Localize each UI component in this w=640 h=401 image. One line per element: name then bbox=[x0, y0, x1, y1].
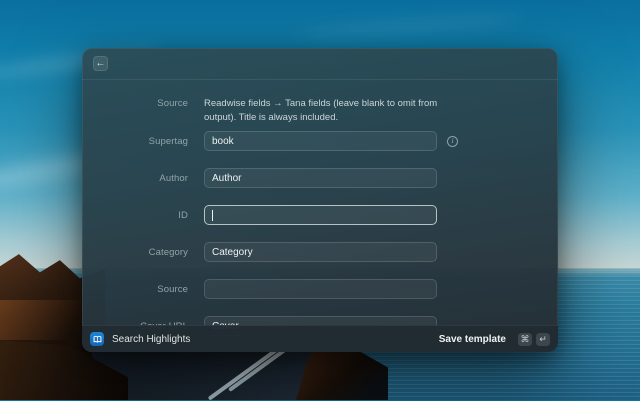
cloud bbox=[300, 12, 520, 39]
save-template-label: Save template bbox=[439, 334, 506, 345]
id-input[interactable] bbox=[204, 205, 437, 225]
field-label-supertag: Supertag bbox=[82, 136, 188, 147]
command-key-icon: ⌘ bbox=[518, 333, 532, 346]
category-input[interactable]: Category bbox=[204, 242, 437, 262]
form-row-author: Author Author bbox=[82, 168, 558, 188]
readwise-app-icon bbox=[90, 332, 104, 346]
search-highlights-action[interactable]: Search Highlights bbox=[112, 334, 190, 345]
action-bar: Search Highlights Save template ⌘ ↵ bbox=[82, 325, 558, 352]
form-row-category: Category Category bbox=[82, 242, 558, 262]
app-window: ← Source Readwise fields → Tana fields (… bbox=[82, 48, 558, 352]
field-label-category: Category bbox=[82, 247, 188, 258]
info-icon[interactable]: i bbox=[447, 136, 458, 147]
return-key-icon: ↵ bbox=[536, 333, 550, 346]
author-input[interactable]: Author bbox=[204, 168, 437, 188]
form-row-source: Source bbox=[82, 279, 558, 299]
text-cursor bbox=[212, 210, 213, 221]
form-row-id: ID bbox=[82, 205, 558, 225]
form-intro-row: Source Readwise fields → Tana fields (le… bbox=[82, 97, 558, 125]
window-header: ← bbox=[82, 48, 558, 80]
supertag-input[interactable]: book bbox=[204, 131, 437, 151]
field-label-source: Source bbox=[82, 284, 188, 295]
field-label-id: ID bbox=[82, 210, 188, 221]
field-label-source-intro: Source bbox=[82, 97, 188, 109]
form-row-supertag: Supertag book i bbox=[82, 131, 558, 151]
save-template-action[interactable]: Save template ⌘ ↵ bbox=[439, 333, 550, 346]
back-arrow-icon: ← bbox=[96, 59, 106, 69]
open-book-icon bbox=[92, 334, 103, 345]
source-input[interactable] bbox=[204, 279, 437, 299]
form-description: Readwise fields → Tana fields (leave bla… bbox=[204, 97, 437, 125]
back-button[interactable]: ← bbox=[93, 56, 108, 71]
form: Source Readwise fields → Tana fields (le… bbox=[82, 80, 558, 336]
field-label-author: Author bbox=[82, 173, 188, 184]
